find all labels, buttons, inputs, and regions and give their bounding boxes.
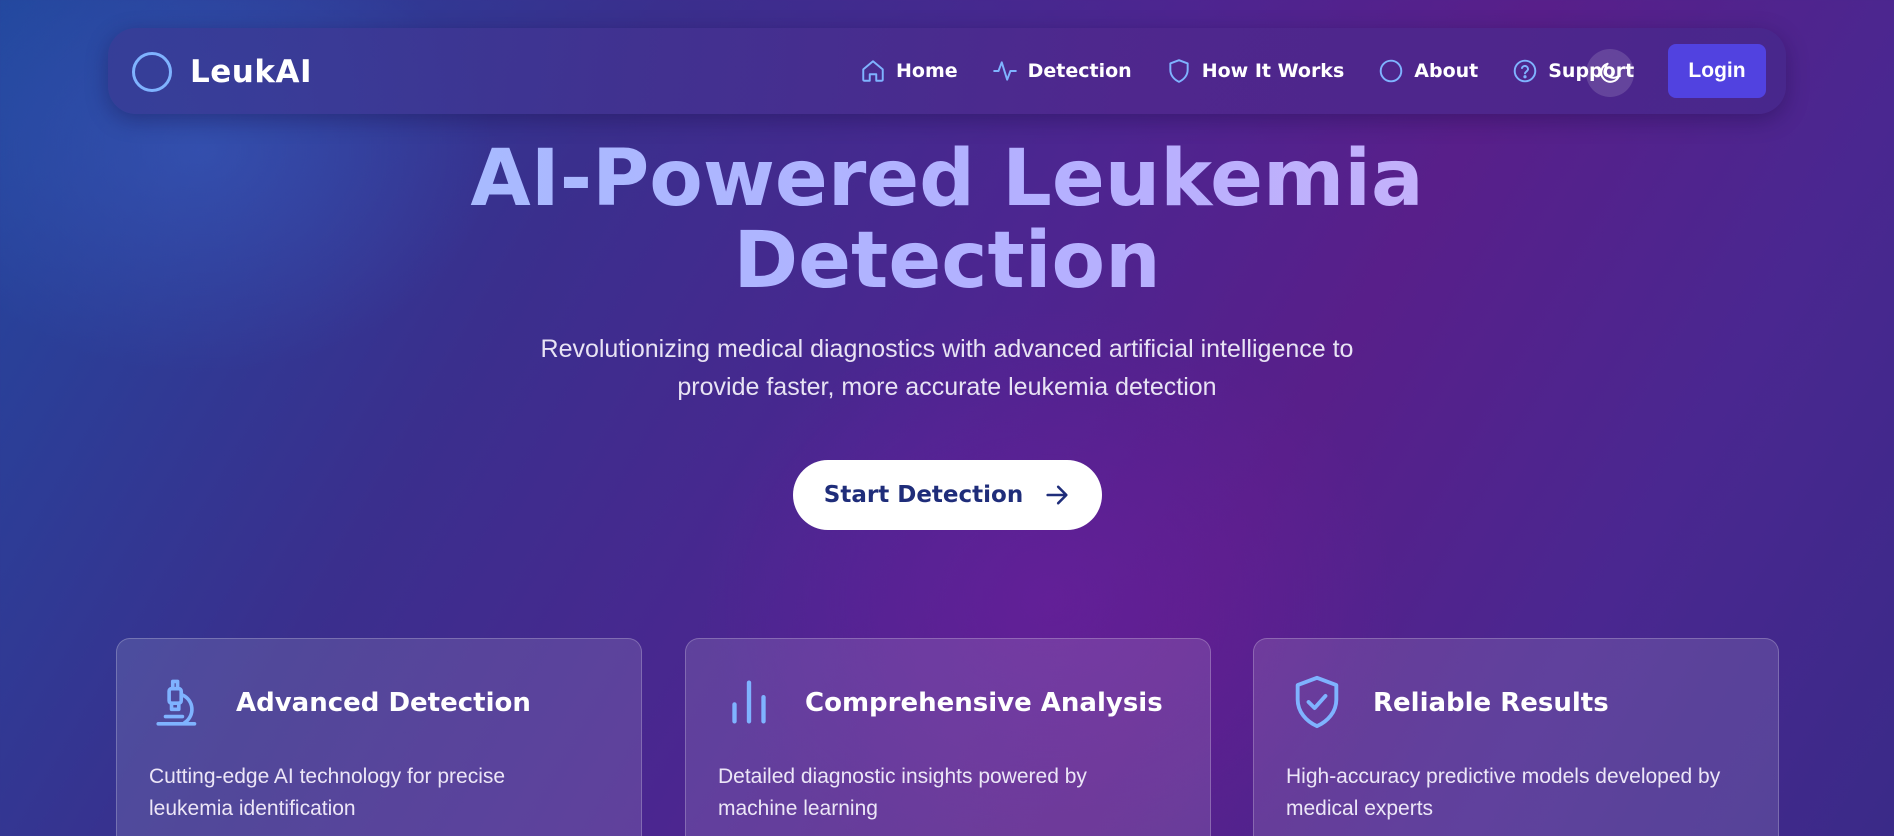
logo-circle-icon: [132, 52, 172, 92]
feature-description-line: Detailed diagnostic insights powered by: [718, 765, 1087, 788]
hero-subtitle-line: provide faster, more accurate leukemia d…: [677, 373, 1217, 401]
brand-name: LeukAI: [190, 54, 312, 90]
feature-description-line: High-accuracy predictive models develope…: [1286, 765, 1721, 788]
feature-description-line: medical experts: [1286, 797, 1434, 820]
nav-item-how-it-works[interactable]: How It Works: [1166, 58, 1345, 84]
feature-description: High-accuracy predictive models develope…: [1286, 761, 1746, 825]
brand-logo[interactable]: LeukAI: [132, 52, 312, 92]
circle-icon: [1379, 59, 1403, 83]
microscope-icon: [156, 679, 197, 726]
moon-icon: [1600, 62, 1621, 83]
nav-item-about[interactable]: About: [1378, 58, 1478, 84]
feature-description: Cutting-edge AI technology for precise l…: [149, 761, 609, 825]
nav-item-label: How It Works: [1201, 60, 1345, 82]
feature-card-advanced-detection: Advanced Detection Cutting-edge AI techn…: [116, 638, 642, 836]
hero-subtitle: Revolutionizing medical diagnostics with…: [420, 330, 1474, 406]
help-circle-icon: [1513, 59, 1537, 83]
feature-title: Advanced Detection: [236, 688, 531, 718]
feature-description-line: Cutting-edge AI technology for precise: [149, 765, 506, 788]
hero-title-line: AI-Powered Leukemia: [0, 138, 1894, 220]
login-button[interactable]: Login: [1668, 44, 1766, 98]
nav-links: Home Detection How It Works About Suppor…: [860, 28, 1668, 114]
hero-title: AI-Powered Leukemia Detection: [0, 138, 1894, 302]
feature-title: Reliable Results: [1373, 688, 1609, 718]
start-detection-button[interactable]: Start Detection: [793, 460, 1102, 530]
arrow-right-icon: [1046, 485, 1068, 505]
nav-item-label: Detection: [1027, 60, 1132, 82]
feature-card-comprehensive-analysis: Comprehensive Analysis Detailed diagnost…: [685, 638, 1211, 836]
shield-check-icon: [1295, 675, 1339, 729]
feature-description: Detailed diagnostic insights powered by …: [718, 761, 1178, 825]
feature-card-reliable-results: Reliable Results High-accuracy predictiv…: [1253, 638, 1779, 836]
navbar: LeukAI Home Detection How It Works About: [108, 28, 1786, 114]
feature-title: Comprehensive Analysis: [805, 688, 1163, 718]
bar-chart-icon: [732, 680, 766, 724]
activity-icon: [992, 61, 1017, 81]
feature-description-line: leukemia identification: [149, 797, 356, 820]
hero-subtitle-line: Revolutionizing medical diagnostics with…: [540, 335, 1354, 363]
hero-title-line: Detection: [0, 220, 1894, 302]
nav-item-label: Home: [896, 60, 958, 82]
feature-description-line: machine learning: [718, 797, 878, 820]
nav-item-detection[interactable]: Detection: [992, 58, 1132, 84]
start-detection-label: Start Detection: [823, 482, 1024, 508]
theme-toggle-button[interactable]: [1586, 49, 1634, 97]
shield-icon: [1169, 59, 1189, 83]
nav-item-home[interactable]: Home: [860, 58, 958, 84]
home-icon: [862, 60, 884, 82]
nav-item-label: About: [1414, 60, 1479, 82]
